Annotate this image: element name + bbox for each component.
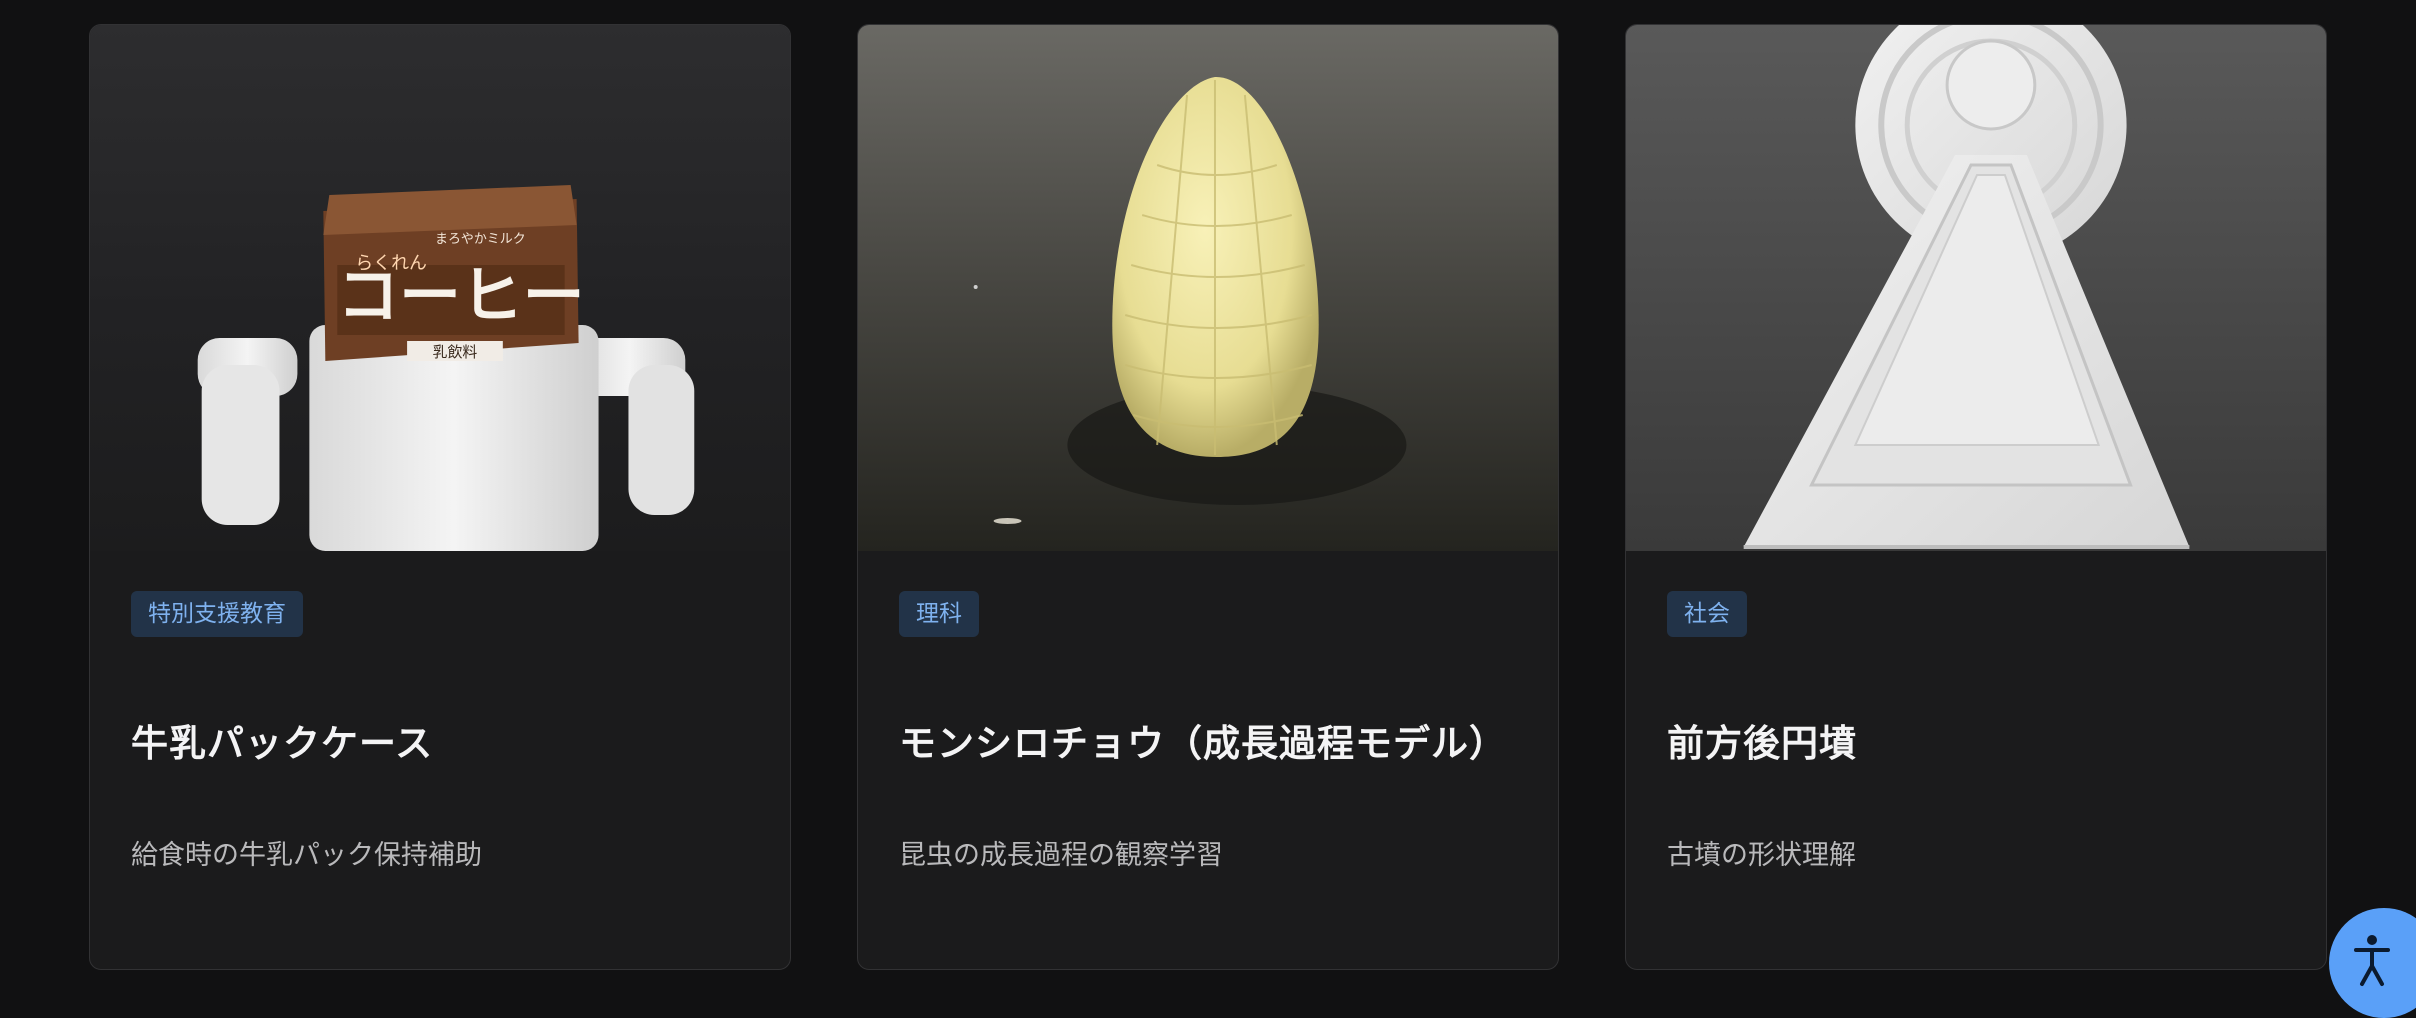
carton-brand-text: らくれん [355, 253, 427, 274]
card-title: モンシロチョウ（成長過程モデル） [899, 722, 1507, 765]
category-badge: 社会 [1667, 591, 1747, 637]
corn-pupa-photo [858, 25, 1558, 551]
product-card-kofun-model[interactable]: 社会 前方後円墳 古墳の形状理解 [1625, 24, 2327, 970]
card-description: 昆虫の成長過程の観察学習 [899, 840, 1223, 871]
carton-type-text: 乳飲料 [433, 343, 478, 361]
card-image-kofun-model [1626, 25, 2326, 551]
accessibility-button[interactable] [2329, 908, 2416, 1018]
card-title: 前方後円墳 [1667, 722, 1857, 765]
category-badge: 理科 [899, 591, 979, 637]
product-card-butterfly-model[interactable]: 理科 モンシロチョウ（成長過程モデル） 昆虫の成長過程の観察学習 [857, 24, 1559, 970]
product-card-milk-case[interactable]: コーヒー らくれん まろやかミルク 乳飲料 特別支援教育 牛乳パックケース 給食… [89, 24, 791, 970]
accessibility-person-icon [2354, 935, 2390, 986]
card-title: 牛乳パックケース [131, 722, 434, 765]
category-badge: 特別支援教育 [131, 591, 303, 637]
card-image-milk-case: コーヒー らくれん まろやかミルク 乳飲料 [90, 25, 790, 551]
card-image-butterfly-model [858, 25, 1558, 551]
card-grid: コーヒー らくれん まろやかミルク 乳飲料 特別支援教育 牛乳パックケース 給食… [89, 24, 2327, 970]
card-description: 給食時の牛乳パック保持補助 [131, 840, 482, 871]
milk-case-photo: コーヒー らくれん まろやかミルク 乳飲料 [90, 25, 790, 551]
kofun-photo [1626, 25, 2326, 551]
carton-sub-text: まろやかミルク [435, 232, 526, 247]
card-description: 古墳の形状理解 [1667, 840, 1856, 871]
